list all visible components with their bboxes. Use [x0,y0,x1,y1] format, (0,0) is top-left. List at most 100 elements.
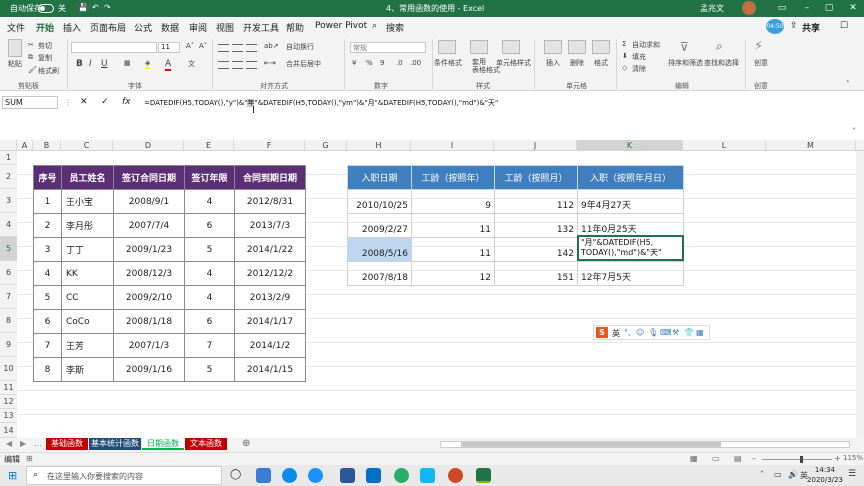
autosum-button[interactable]: 自动求和 [632,40,660,50]
tab-home[interactable]: 开始 [34,21,56,38]
cell[interactable]: 2013/7/3 [234,213,306,238]
volume-icon[interactable]: 🔊 [788,470,798,479]
row-header[interactable]: 8 [0,309,17,333]
cell[interactable]: 9 [411,189,495,214]
copy-icon[interactable]: ⧉ [28,53,33,62]
name-box-dropdown-icon[interactable]: ⋮ [64,98,72,107]
percent-icon[interactable]: % [366,59,373,67]
cell[interactable]: 7 [33,333,62,358]
cell[interactable]: 2009/1/23 [113,237,185,262]
cell[interactable]: 2012/12/2 [234,261,306,286]
browser-icon[interactable] [308,468,323,483]
maximize-button[interactable]: ▢ [822,2,836,14]
ribbon-options-icon[interactable]: ▭ [775,2,789,14]
header-cell[interactable]: 签订合同日期 [113,165,185,190]
cell[interactable]: 5 [184,237,235,262]
row-header[interactable]: 6 [0,261,17,285]
row-header[interactable]: 9 [0,333,17,357]
horizontal-scrollbar[interactable] [440,441,850,448]
row-header[interactable]: 1 [0,151,17,165]
minimize-button[interactable]: – [800,2,814,14]
cell[interactable]: 2012/8/31 [234,189,306,214]
share-icon[interactable]: ⇪ [790,21,798,31]
align-middle-icon[interactable] [232,44,243,52]
undo-icon[interactable]: ↶ [92,3,99,12]
insert-cells-icon[interactable] [544,40,562,54]
format-cells-button[interactable]: 格式 [594,58,608,68]
cut-button[interactable]: 剪切 [38,41,52,51]
sheet-tab[interactable]: 文本函数 [185,438,227,450]
tab-help[interactable]: 帮助 [286,21,304,34]
cell[interactable]: 2010/10/25 [347,189,412,214]
column-header[interactable]: C [61,140,113,151]
conditional-format-button[interactable]: 条件格式 [434,58,462,68]
task-view-icon[interactable]: ◯ [230,469,241,480]
font-family-select[interactable] [71,42,157,53]
cell[interactable]: 4 [184,285,235,310]
tray-expand-icon[interactable]: ˄ [760,470,764,479]
tab-power-pivot[interactable]: Power Pivot [315,21,367,31]
find-select-button[interactable]: 查找和选择 [704,58,739,68]
wechat-icon[interactable] [394,468,409,483]
column-header[interactable]: D [113,140,184,151]
cell[interactable]: 11年0月25天 [577,213,684,238]
cell[interactable]: 5 [184,357,235,382]
row-header[interactable]: 7 [0,285,17,309]
cell[interactable]: 王小宝 [61,189,114,214]
cell[interactable]: 6 [184,309,235,334]
vertical-scrollbar[interactable] [856,151,864,440]
row-header[interactable]: 2 [0,165,17,189]
cell[interactable]: 4 [184,261,235,286]
word-icon[interactable] [340,468,355,483]
cell[interactable]: CoCo [61,309,114,334]
cell[interactable]: 7 [184,333,235,358]
cell[interactable]: 11 [411,213,495,238]
save-icon[interactable]: 💾 [78,3,88,12]
cell[interactable]: 2014/1/2 [234,333,306,358]
search-icon[interactable]: ⌕ [372,21,377,31]
header-cell[interactable]: 工龄（按照年） [411,165,495,190]
file-explorer-icon[interactable] [256,468,271,483]
find-icon[interactable]: ⌕ [716,39,723,54]
paste-icon[interactable] [8,39,22,57]
header-cell[interactable]: 合同到期日期 [234,165,306,190]
column-header[interactable]: I [411,140,494,151]
normal-view-icon[interactable]: ▦ [690,454,698,463]
windows-start-icon[interactable]: ⊞ [8,469,17,482]
column-header[interactable]: J [494,140,577,151]
font-color-icon[interactable]: A [165,59,172,71]
italic-button[interactable]: I [89,59,92,69]
avatar[interactable] [742,1,756,15]
autosum-icon[interactable]: Σ [622,40,626,48]
prev-sheet-icon[interactable]: ◀ [6,439,12,448]
collapse-ribbon-icon[interactable]: ˄ [846,80,850,88]
header-cell[interactable]: 序号 [33,165,62,190]
zoom-slider[interactable] [762,459,832,460]
column-header[interactable]: A [17,140,33,151]
currency-icon[interactable]: ¥ [352,59,356,67]
sheet-tab[interactable]: 基础函数 [46,438,88,450]
ime-language[interactable]: 英 [612,328,620,339]
header-cell[interactable]: 入职日期 [347,165,412,190]
sort-filter-icon[interactable]: ⊽ [680,40,689,54]
sheet-tab[interactable]: 基本统计函数 [89,438,141,450]
number-format-select[interactable]: 常规 [350,42,426,53]
expand-formula-icon[interactable]: ˅ [852,127,856,136]
qq-icon[interactable] [420,468,435,483]
outlook-icon[interactable] [366,468,381,483]
close-button[interactable]: ✕ [846,2,860,14]
formula-input[interactable]: =DATEDIF(H5,TODAY(),"y")&"年"&DATEDIF(H5,… [144,98,498,108]
cell[interactable]: 4 [33,261,62,286]
cell[interactable]: 112 [494,189,578,214]
cell[interactable]: 3 [33,237,62,262]
row-header[interactable]: 14 [0,423,17,438]
header-cell[interactable]: 员工姓名 [61,165,114,190]
user-name[interactable]: 孟兆文 [700,3,724,14]
delete-cells-button[interactable]: 删除 [570,58,584,68]
ime-logo[interactable]: S [596,327,608,338]
cut-icon[interactable]: ✂ [28,41,34,49]
align-bottom-icon[interactable] [246,44,257,52]
align-top-icon[interactable] [218,44,229,52]
cell[interactable]: 2009/1/16 [113,357,185,382]
row-header[interactable]: 12 [0,395,17,409]
